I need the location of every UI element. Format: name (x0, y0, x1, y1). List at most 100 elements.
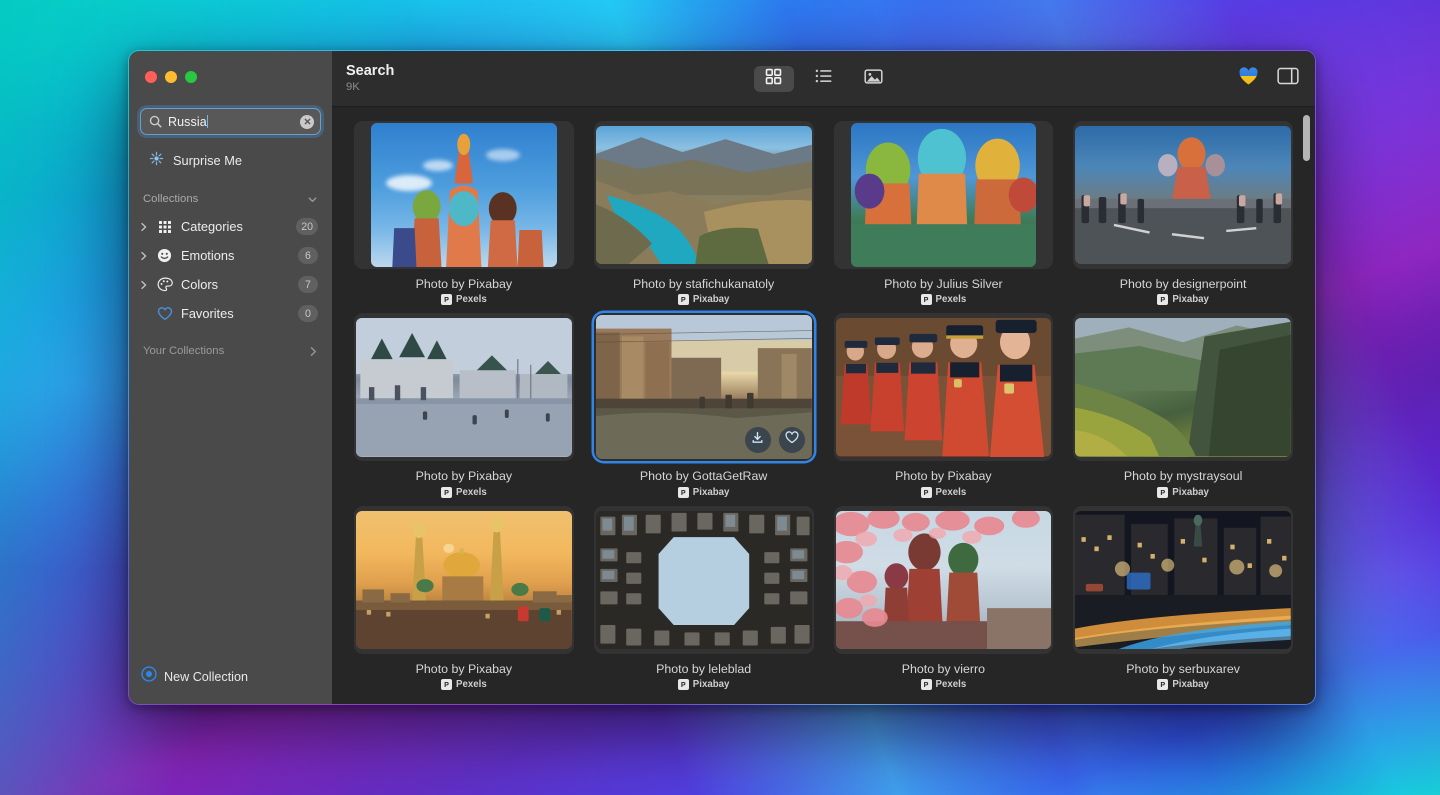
photo-card: Photo by serbuxarev PPixabay (1073, 506, 1293, 690)
tab-grid-view[interactable] (754, 66, 794, 92)
grid-squares-icon (765, 68, 782, 90)
source-badge-icon: P (1157, 487, 1168, 498)
source-badge-icon: P (921, 487, 932, 498)
photo-card: Photo by lelebladPPixabay (594, 506, 814, 690)
sidebar-label-emotions: Emotions (181, 248, 291, 263)
photo-artwork (836, 318, 1052, 456)
sidebar-item-your-collections[interactable]: Your Collections (129, 338, 332, 364)
your-collections-label: Your Collections (143, 345, 224, 357)
photo-caption: Photo by PixabayPPexels (416, 469, 512, 497)
photo-author: Photo by serbuxarev (1126, 662, 1240, 676)
photo-caption: Photo by stafichukanatoly PPixabay (633, 277, 774, 305)
list-icon (815, 68, 833, 89)
new-collection-button[interactable]: New Collection (129, 666, 332, 704)
photo-thumbnail[interactable] (1073, 506, 1293, 654)
photo-thumbnail[interactable] (834, 506, 1054, 654)
chevron-right-icon[interactable] (309, 346, 318, 357)
photo-thumbnail[interactable] (1073, 121, 1293, 269)
photo-artwork (836, 511, 1052, 649)
photo-card: Photo by PixabayPPexels (354, 121, 574, 305)
photo-source: PPixabay (633, 294, 774, 305)
toggle-inspector-button[interactable] (1277, 67, 1299, 90)
photo-icon (864, 68, 883, 90)
sidebar-item-categories[interactable]: Categories 20 (129, 212, 332, 241)
page-title-block: Search 9K (346, 63, 394, 94)
photo-card: Photo by PixabayPPexels (354, 506, 574, 690)
surprise-me-label: Surprise Me (173, 153, 242, 168)
collections-section-header[interactable]: Collections (129, 186, 332, 212)
source-badge-icon: P (678, 487, 689, 498)
photo-thumbnail[interactable] (594, 121, 814, 269)
tab-list-view[interactable] (804, 66, 844, 92)
photo-card: Photo by GottaGetRawPPixabay (594, 313, 814, 497)
photo-caption: Photo by GottaGetRawPPixabay (640, 469, 767, 497)
chevron-right-icon[interactable] (139, 280, 149, 290)
photo-image (1075, 126, 1291, 264)
photo-caption: Photo by mystraysoulPPixabay (1124, 469, 1242, 497)
photo-source: PPixabay (1120, 294, 1247, 305)
search-input-value[interactable]: Russia (168, 115, 294, 129)
download-icon (751, 431, 764, 449)
photo-thumbnail[interactable] (834, 121, 1054, 269)
results-scroll-area[interactable]: Photo by PixabayPPexels Photo by stafich… (332, 107, 1315, 704)
photo-source: PPexels (884, 294, 1002, 305)
photo-card: Photo by PixabayPPexels (834, 313, 1054, 497)
sidebar-item-emotions[interactable]: Emotions 6 (129, 241, 332, 270)
scrollbar-track[interactable] (1303, 115, 1310, 696)
source-badge-icon: P (1157, 679, 1168, 690)
search-field[interactable]: Russia (140, 108, 321, 135)
badge-emotions: 6 (298, 247, 318, 264)
photo-author: Photo by stafichukanatoly (633, 277, 774, 291)
favorite-button[interactable] (779, 427, 805, 453)
photo-thumbnail-selected[interactable] (594, 313, 814, 461)
photo-source: PPexels (416, 487, 512, 498)
close-button[interactable] (145, 71, 157, 83)
sidebar-label-colors: Colors (181, 277, 291, 292)
photo-source: PPixabay (1124, 487, 1242, 498)
photo-thumbnail[interactable] (834, 313, 1054, 461)
window-controls (129, 51, 332, 97)
sidebar-item-colors[interactable]: Colors 7 (129, 270, 332, 299)
toolbar-right-tools (1238, 66, 1299, 91)
photo-thumbnail[interactable] (354, 121, 574, 269)
tab-photo-view[interactable] (854, 66, 894, 92)
source-badge-icon: P (441, 294, 452, 305)
photo-grid: Photo by PixabayPPexels Photo by stafich… (354, 121, 1293, 690)
photo-card: Photo by vierroPPexels (834, 506, 1054, 690)
photo-thumbnail[interactable] (1073, 313, 1293, 461)
photo-image (356, 511, 572, 649)
toolbar: Search 9K (332, 51, 1315, 107)
ukraine-heart-button[interactable] (1238, 66, 1259, 91)
chevron-right-icon[interactable] (139, 251, 149, 261)
thumbnail-hover-actions (745, 427, 805, 453)
collections-label: Collections (143, 193, 198, 205)
palette-icon (156, 277, 173, 292)
photo-source: PPixabay (1126, 679, 1240, 690)
photo-thumbnail[interactable] (354, 506, 574, 654)
heart-outline-icon (156, 306, 173, 321)
chevron-down-icon[interactable] (307, 194, 318, 205)
app-window: Russia (128, 50, 1316, 705)
photo-caption: Photo by PixabayPPexels (895, 469, 991, 497)
sidebar-item-favorites[interactable]: Favorites 0 (129, 299, 332, 328)
photo-caption: Photo by designerpointPPixabay (1120, 277, 1247, 305)
minimize-button[interactable] (165, 71, 177, 83)
download-button[interactable] (745, 427, 771, 453)
maximize-button[interactable] (185, 71, 197, 83)
photo-thumbnail[interactable] (594, 506, 814, 654)
photo-source: PPexels (895, 487, 991, 498)
photo-source: PPixabay (656, 679, 751, 690)
chevron-right-icon[interactable] (139, 222, 149, 232)
clear-search-icon[interactable] (300, 115, 314, 129)
heart-ukraine-icon (1238, 66, 1259, 91)
photo-artwork (1075, 126, 1291, 264)
photo-thumbnail[interactable] (354, 313, 574, 461)
photo-card: Photo by designerpointPPixabay (1073, 121, 1293, 305)
source-name: Pixabay (693, 487, 730, 498)
photo-caption: Photo by serbuxarev PPixabay (1126, 662, 1240, 690)
scrollbar-thumb[interactable] (1303, 115, 1310, 161)
photo-source: P Pixabay (640, 487, 767, 498)
photo-author: Photo by vierro (902, 662, 985, 676)
sidebar-item-surprise-me[interactable]: Surprise Me (129, 145, 332, 176)
source-name: Pixabay (693, 294, 730, 305)
